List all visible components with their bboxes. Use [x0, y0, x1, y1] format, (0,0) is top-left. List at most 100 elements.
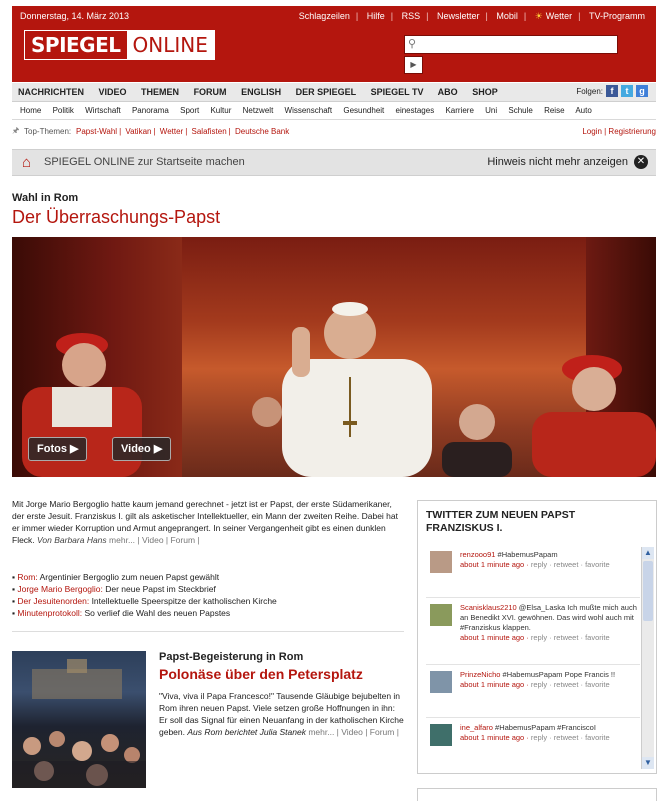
tweet: PrinzeNicho #HabemusPapam Pope Francis !… [426, 665, 640, 718]
related-link[interactable]: ▪ Minutenprotokoll: So verlief die Wahl … [12, 607, 404, 619]
register-link[interactable]: Registrierung [608, 127, 656, 136]
subnav-wirtschaft[interactable]: Wirtschaft [85, 106, 121, 115]
nav-shop[interactable]: SHOP [472, 87, 498, 97]
subnav-gesundheit[interactable]: Gesundheit [343, 106, 384, 115]
top-links: Schlagzeilen | Hilfe | RSS | Newsletter | Mo… [298, 11, 645, 21]
second-teaser: "Viva, viva il Papa Francesco!" Tausende… [159, 690, 404, 738]
twitter-widget-title: TWITTER ZUM NEUEN PAPST FRANZISKUS I. [426, 509, 576, 534]
nav-nachrichten[interactable]: NACHRICHTEN [18, 87, 84, 97]
google-plus-icon[interactable]: g [636, 85, 648, 97]
close-icon[interactable]: ✕ [634, 155, 648, 169]
tweet-user[interactable]: ine_alfaro [460, 723, 493, 732]
tweet-user[interactable]: PrinzeNicho [460, 670, 500, 679]
scroll-down-icon[interactable]: ▼ [642, 757, 654, 769]
related-link[interactable]: ▪ Jorge Mario Bergoglio: Der neue Papst … [12, 583, 404, 595]
subnav-netzwelt[interactable]: Netzwelt [243, 106, 274, 115]
login-link[interactable]: Login [582, 127, 602, 136]
top-themes-label: Top-Themen: [24, 127, 72, 136]
top-themes-list: Papst-Wahl | Vatikan | Wetter | Salafisten |… [76, 127, 290, 136]
nav-themen[interactable]: THEMEN [141, 87, 179, 97]
scroll-up-icon[interactable]: ▲ [642, 547, 654, 559]
subnav-wissenschaft[interactable]: Wissenschaft [285, 106, 333, 115]
tweet: ine_alfaro #HabemusPapam #FranciscoI abo… [426, 718, 640, 769]
search-icon: ⚲ [408, 38, 417, 50]
second-author: Aus Rom berichtet Julia Stanek [187, 727, 306, 737]
tweet-user[interactable]: Scanisklaus2210 [460, 603, 517, 612]
photos-button[interactable]: Fotos ▶ [28, 437, 88, 461]
hide-notice-link[interactable]: Hinweis nicht mehr anzeigen [487, 156, 628, 168]
make-homepage-link[interactable]: SPIEGEL ONLINE zur Startseite machen [44, 156, 245, 168]
house-icon: ⌂ [22, 154, 32, 171]
lead-author: Von Barbara Hans [37, 535, 107, 545]
logo-online: ONLINE [126, 31, 214, 59]
crowd-photo[interactable] [12, 651, 146, 788]
related-link[interactable]: ▪ Rom: Argentinier Bergoglio zum neuen P… [12, 571, 404, 583]
subnav-sport[interactable]: Sport [180, 106, 199, 115]
nav-forum[interactable]: FORUM [194, 87, 227, 97]
second-kicker: Papst-Begeisterung in Rom [159, 651, 304, 663]
nav-spiegel-tv[interactable]: SPIEGEL TV [371, 87, 424, 97]
site-header: Donnerstag, 14. März 2013 Schlagzeilen | … [12, 6, 656, 82]
follow-label: Folgen: [576, 86, 603, 96]
toplink-rss[interactable]: RSS [402, 11, 421, 21]
subnav-reise[interactable]: Reise [544, 106, 564, 115]
balcony-scene-illustration [22, 302, 656, 477]
nav-english[interactable]: ENGLISH [241, 87, 281, 97]
subnav-panorama[interactable]: Panorama [132, 106, 169, 115]
homepage-banner: ⌂ SPIEGEL ONLINE zur Startseite machen H… [12, 149, 656, 176]
spiegel-online-logo[interactable]: SPIEGEL ONLINE [24, 30, 215, 60]
nav-video[interactable]: VIDEO [99, 87, 127, 97]
toplink-hilfe[interactable]: Hilfe [367, 11, 385, 21]
subnav-schule[interactable]: Schule [508, 106, 532, 115]
subnav-home[interactable]: Home [20, 106, 41, 115]
toplink-tv-programm[interactable]: TV-Programm [589, 11, 645, 21]
toplink-newsletter[interactable]: Newsletter [437, 11, 480, 21]
avatar[interactable] [430, 551, 452, 573]
subnav-karriere[interactable]: Karriere [445, 106, 473, 115]
search-input[interactable]: ⚲ [404, 35, 618, 54]
tweet-user[interactable]: renzooo91 [460, 550, 495, 559]
nav-abo[interactable]: ABO [438, 87, 458, 97]
main-navigation: NACHRICHTEN VIDEO THEMEN FORUM ENGLISH D… [12, 83, 656, 102]
tweet: Scanisklaus2210 @Elsa_Laska Ich mußte mi… [426, 598, 640, 665]
tweet-scrollbar[interactable]: ▲ ▼ [641, 547, 654, 769]
subnav-kultur[interactable]: Kultur [210, 106, 231, 115]
scrollbar-thumb[interactable] [643, 561, 653, 621]
follow-links: Folgen: f t g [576, 85, 648, 97]
second-meta-links[interactable]: mehr... | Video | Forum | [308, 727, 399, 737]
lead-meta-links[interactable]: mehr... | Video | Forum | [109, 535, 200, 545]
theme-vatikan[interactable]: Vatikan [125, 127, 151, 136]
top-themes-bar: 🖈 Top-Themen: Papst-Wahl | Vatikan | Wette… [12, 124, 656, 140]
toplink-schlagzeilen[interactable]: Schlagzeilen [299, 11, 350, 21]
subnav-politik[interactable]: Politik [53, 106, 74, 115]
theme-deutsche-bank[interactable]: Deutsche Bank [235, 127, 289, 136]
subnav-einestages[interactable]: einestages [396, 106, 435, 115]
theme-wetter[interactable]: Wetter [160, 127, 183, 136]
logo-spiegel: SPIEGEL [25, 31, 127, 59]
nav-der-spiegel[interactable]: DER SPIEGEL [296, 87, 357, 97]
facebook-icon[interactable]: f [606, 85, 618, 97]
twitter-icon[interactable]: t [621, 85, 633, 97]
subnav-auto[interactable]: Auto [575, 106, 591, 115]
avatar[interactable] [430, 671, 452, 693]
next-widget-edge [417, 788, 657, 801]
lead-teaser: Mit Jorge Mario Bergoglio hatte kaum jem… [12, 498, 404, 546]
toplink-wetter[interactable]: Wetter [546, 11, 572, 21]
weather-sun-icon: ☀ [534, 11, 543, 21]
lead-headline[interactable]: Der Überraschungs-Papst [12, 207, 220, 228]
related-link[interactable]: ▪ Der Jesuitenorden: Intellektuelle Spee… [12, 595, 404, 607]
second-headline[interactable]: Polonäse über den Petersplatz [159, 666, 363, 682]
avatar[interactable] [430, 604, 452, 626]
toplink-mobil[interactable]: Mobil [496, 11, 518, 21]
theme-salafisten[interactable]: Salafisten [192, 127, 227, 136]
avatar[interactable] [430, 724, 452, 746]
tweet-list: renzooo91 #HabemusPapam about 1 minute a… [426, 545, 640, 769]
video-button[interactable]: Video ▶ [112, 437, 172, 461]
header-date: Donnerstag, 14. März 2013 [20, 11, 130, 21]
subnav-uni[interactable]: Uni [485, 106, 497, 115]
lead-photo[interactable]: Fotos ▶ Video ▶ [12, 237, 656, 477]
related-links: ▪ Rom: Argentinier Bergoglio zum neuen P… [12, 571, 404, 619]
search-submit-button[interactable]: ▶ [404, 56, 423, 74]
twitter-widget: TWITTER ZUM NEUEN PAPST FRANZISKUS I. re… [417, 500, 657, 774]
theme-papst-wahl[interactable]: Papst-Wahl [76, 127, 117, 136]
